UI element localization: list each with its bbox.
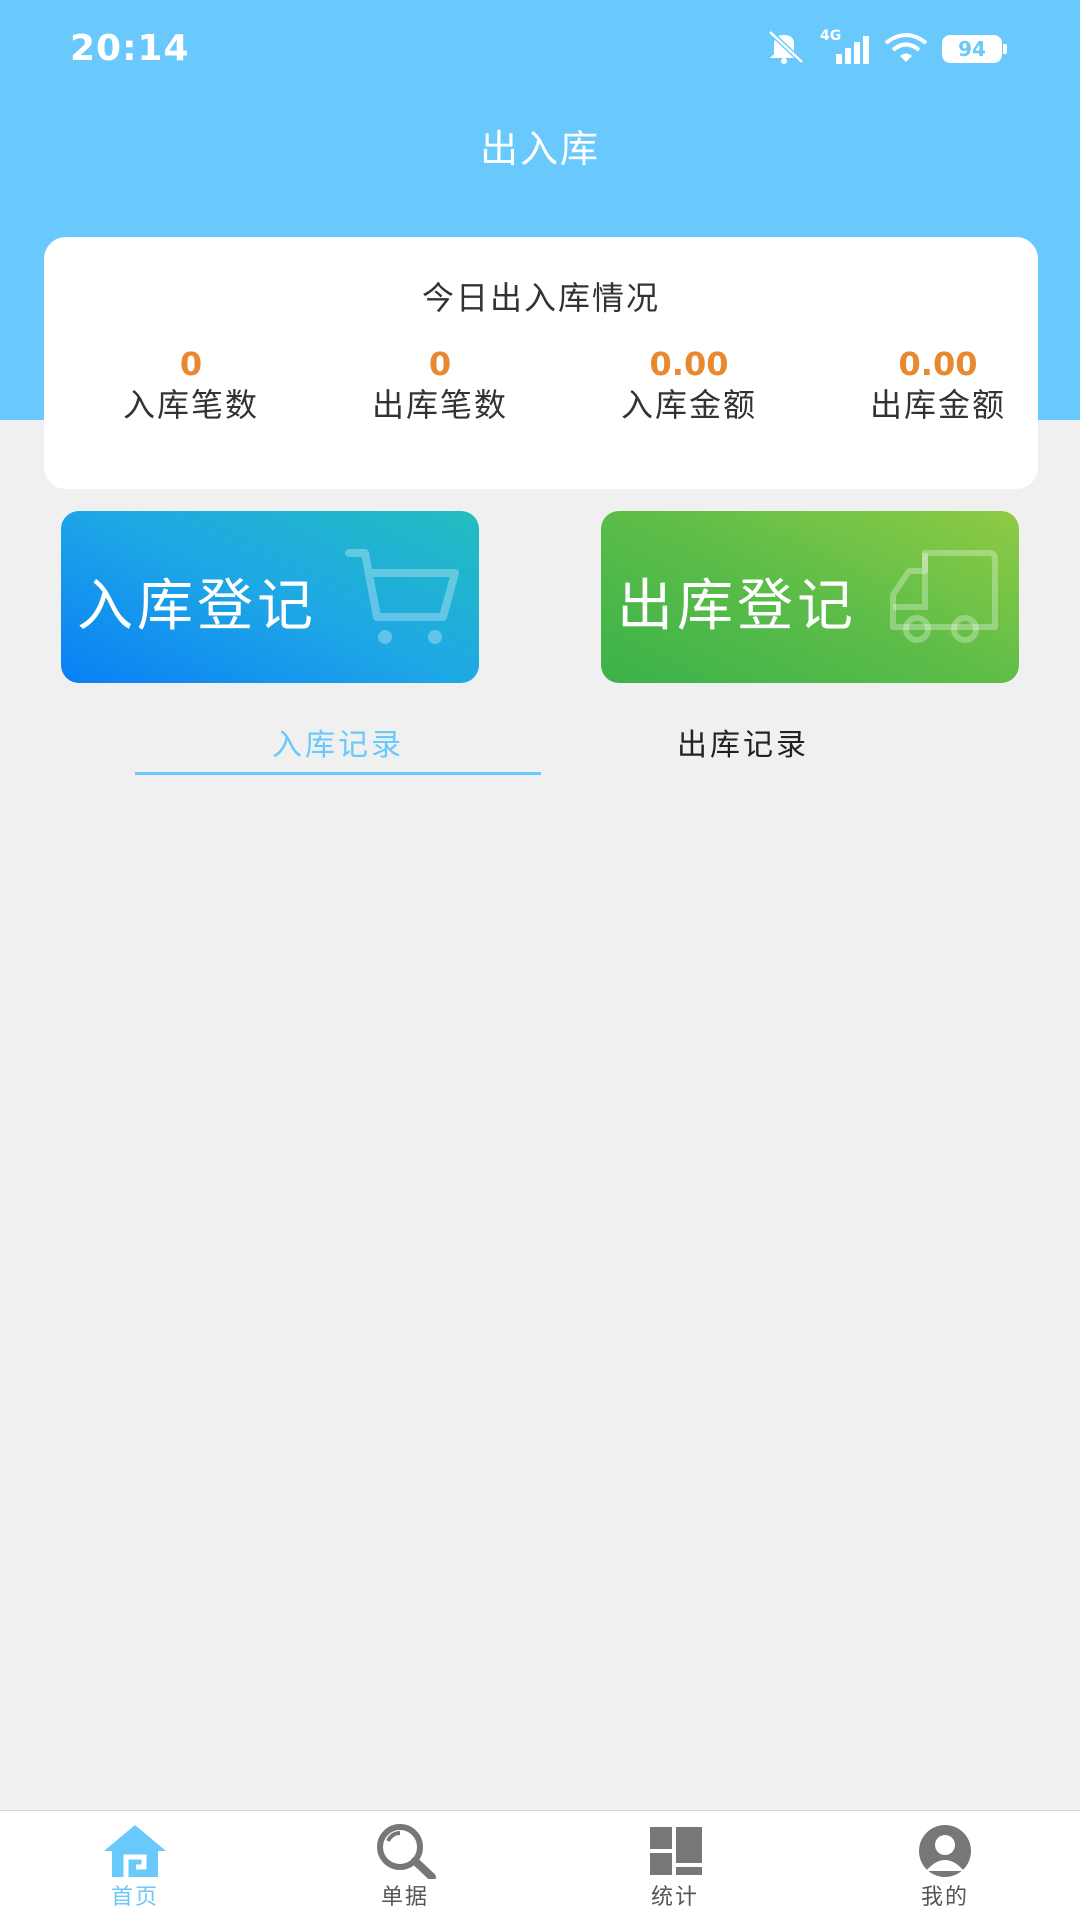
- nav-item-home[interactable]: 首页: [0, 1811, 270, 1920]
- wifi-icon: [884, 31, 928, 67]
- stat-value: 0.00: [649, 345, 729, 383]
- nav-item-documents[interactable]: 单据: [270, 1811, 540, 1920]
- stat-outbound-amount: 0.00 出库金额: [818, 345, 1058, 427]
- nav-item-statistics[interactable]: 统计: [540, 1811, 810, 1920]
- cart-icon: [345, 549, 461, 649]
- home-icon: [102, 1823, 168, 1879]
- stat-label: 入库金额: [620, 386, 757, 424]
- stat-outbound-count: 0 出库笔数: [320, 345, 560, 427]
- nav-label: 我的: [920, 1885, 969, 1910]
- stat-value: 0: [179, 345, 203, 383]
- inbound-register-button[interactable]: 入库登记: [61, 511, 479, 683]
- stat-label: 出库笔数: [371, 386, 508, 424]
- tab-inbound-records[interactable]: 入库记录: [135, 720, 541, 764]
- search-icon: [372, 1823, 438, 1881]
- grid-icon: [642, 1823, 708, 1879]
- outbound-register-button[interactable]: 出库登记: [601, 511, 1019, 683]
- stat-label: 入库笔数: [122, 386, 259, 424]
- status-bar: 20:14 4G 94: [0, 0, 1080, 100]
- active-tab-indicator: [135, 772, 541, 775]
- stat-inbound-amount: 0.00 入库金额: [569, 345, 809, 427]
- record-tabs: 入库记录 出库记录: [0, 700, 1080, 780]
- nav-label: 统计: [650, 1885, 699, 1910]
- bottom-navigation: 首页 单据 统计 我的: [0, 1810, 1080, 1920]
- battery-indicator: 94: [942, 35, 1007, 63]
- status-time: 20:14: [70, 28, 190, 69]
- user-icon: [912, 1823, 978, 1879]
- nav-label: 单据: [380, 1885, 429, 1910]
- nav-label: 首页: [110, 1885, 159, 1910]
- page-title: 出入库: [479, 127, 600, 171]
- status-icons: 4G 94: [766, 28, 1007, 70]
- stat-value: 0.00: [898, 345, 978, 383]
- inbound-register-label: 入库登记: [77, 574, 317, 639]
- nav-item-profile[interactable]: 我的: [810, 1811, 1080, 1920]
- outbound-register-label: 出库登记: [617, 574, 857, 639]
- stat-label: 出库金额: [869, 386, 1006, 424]
- stat-inbound-count: 0 入库笔数: [71, 345, 311, 427]
- summary-title: 今日出入库情况: [421, 279, 660, 317]
- truck-icon: [885, 549, 1001, 649]
- today-summary-card: 今日出入库情况 0 入库笔数 0 出库笔数 0.00 入库金额 0.00 出库金…: [44, 237, 1038, 489]
- tab-outbound-records[interactable]: 出库记录: [540, 720, 946, 764]
- signal-icon: 4G: [820, 28, 870, 66]
- stat-value: 0: [428, 345, 452, 383]
- mute-icon: [766, 30, 806, 68]
